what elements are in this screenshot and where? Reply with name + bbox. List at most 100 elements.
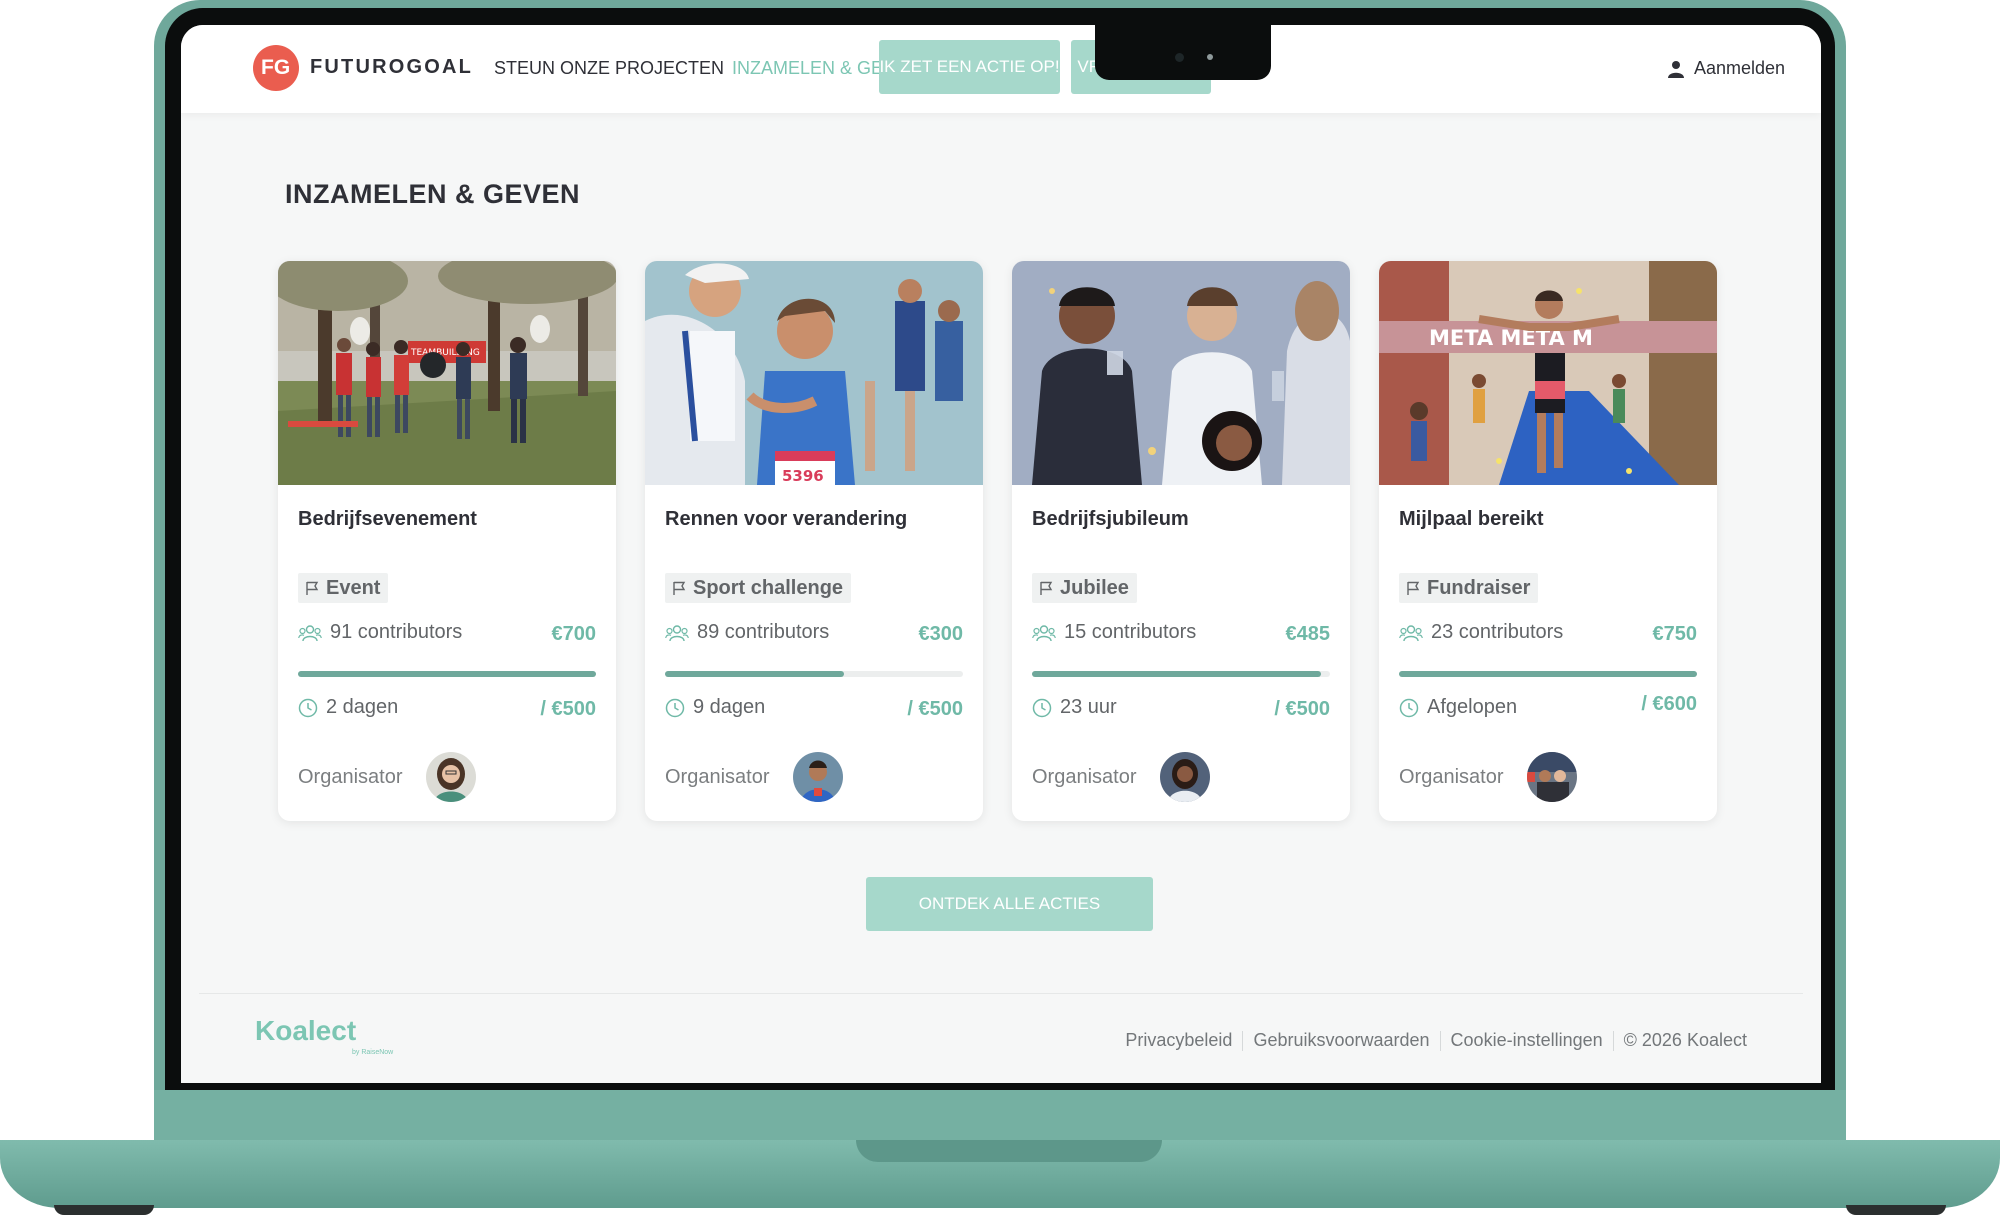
contributors: 89 contributors	[665, 621, 829, 644]
organizer-label: Organisator	[665, 766, 770, 788]
raised-amount: €485	[1285, 623, 1331, 645]
login-link[interactable]: Aanmelden	[1668, 58, 1785, 79]
contributors-count: 89 contributors	[697, 621, 830, 643]
organizer-avatar[interactable]	[1160, 752, 1210, 802]
campaign-tag: Jubilee	[1032, 573, 1137, 603]
raised-amount: €700	[551, 623, 597, 645]
contributors-count: 15 contributors	[1064, 621, 1197, 643]
time-left: Afgelopen	[1399, 696, 1517, 719]
tag-label: Event	[326, 576, 381, 599]
footer-divider	[199, 993, 1803, 994]
brand-name[interactable]: FUTUROGOAL	[310, 56, 473, 79]
start-action-button[interactable]: IK ZET EEN ACTIE OP!	[879, 40, 1060, 94]
campaign-photo-teambuilding: TEAMBUILDING	[278, 261, 616, 485]
futurogoal-logo-icon[interactable]: FG	[253, 45, 299, 91]
progress-bar	[298, 671, 596, 677]
copyright: © 2026 Koalect	[1623, 1030, 1747, 1050]
users-icon	[665, 624, 689, 641]
users-icon	[1399, 624, 1423, 641]
clock-icon	[1399, 698, 1419, 717]
tag-label: Jubilee	[1060, 576, 1129, 599]
clock-icon	[665, 698, 685, 717]
campaign-tag: Event	[298, 573, 389, 603]
progress-fill	[1032, 671, 1322, 677]
progress-bar	[665, 671, 963, 677]
raised-amount: €300	[918, 623, 964, 645]
organizer-avatar[interactable]	[1527, 752, 1577, 802]
progress-fill	[1399, 671, 1697, 677]
tag-label: Sport challenge	[693, 576, 844, 599]
time-left: 9 dagen	[665, 696, 765, 719]
camera-light	[1207, 54, 1213, 60]
time-left: 2 dagen	[298, 696, 398, 719]
campaign-title[interactable]: Mijlpaal bereikt	[1399, 508, 1544, 531]
organizer-avatar[interactable]	[426, 752, 476, 802]
raised-amount: €750	[1652, 623, 1698, 645]
footer-separator	[1242, 1030, 1244, 1051]
tag-label: Fundraiser	[1427, 576, 1531, 599]
footer-separator	[1612, 1030, 1614, 1051]
campaign-card[interactable]: META META M Mijlpaal bereikt Fundraiser …	[1379, 261, 1717, 821]
flag-icon	[673, 581, 686, 595]
campaign-card[interactable]: Bedrijfsjubileum Jubilee 15 contributors…	[1012, 261, 1350, 821]
campaign-tag: Fundraiser	[1399, 573, 1539, 603]
flag-icon	[1040, 581, 1053, 595]
navbar: FG FUTUROGOAL STEUN ONZE PROJECTEN INZAM…	[181, 25, 1821, 113]
cookie-settings-link[interactable]: Cookie-instellingen	[1451, 1030, 1603, 1051]
camera-lens	[1175, 53, 1184, 62]
organizer-label: Organisator	[1399, 766, 1504, 788]
laptop-foot-right	[1846, 1205, 1946, 1215]
progress-fill	[665, 671, 844, 677]
campaign-photo-finish: META META M	[1379, 261, 1717, 485]
discover-all-actions-button[interactable]: ONTDEK ALLE ACTIES	[866, 877, 1153, 931]
campaign-card[interactable]: TEAMBUILDING Bedrijfsevenement Event 91 …	[278, 261, 616, 821]
contributors: 91 contributors	[298, 621, 462, 644]
koalect-logo[interactable]: Koalect	[255, 1015, 356, 1047]
laptop-foot-left	[54, 1205, 154, 1215]
footer-links: Privacybeleid Gebruiksvoorwaarden Cookie…	[1125, 1030, 1747, 1051]
nav-link-projects[interactable]: STEUN ONZE PROJECTEN	[494, 58, 724, 79]
campaign-photo-jubilee	[1012, 261, 1350, 485]
time-left: 23 uur	[1032, 696, 1117, 719]
campaign-card[interactable]: 5396 Rennen voor verandering Sport chall…	[645, 261, 983, 821]
users-icon	[1032, 624, 1056, 641]
goal-amount: / €600	[1641, 693, 1697, 715]
camera-notch	[1095, 25, 1271, 80]
campaign-photo-running: 5396	[645, 261, 983, 485]
clock-icon	[1032, 698, 1052, 717]
time-left-label: 9 dagen	[693, 696, 766, 718]
progress-fill	[298, 671, 596, 677]
contributors-count: 91 contributors	[330, 621, 463, 643]
campaign-title[interactable]: Rennen voor verandering	[665, 508, 907, 531]
organizer-label: Organisator	[1032, 766, 1137, 788]
logo-initials: FG	[261, 56, 291, 79]
campaign-tag: Sport challenge	[665, 573, 852, 603]
time-left-label: 23 uur	[1060, 696, 1117, 718]
users-icon	[298, 624, 322, 641]
koalect-logo-subtitle: by RaiseNow	[352, 1049, 394, 1056]
footer-separator	[1439, 1030, 1441, 1051]
campaign-title[interactable]: Bedrijfsjubileum	[1032, 508, 1189, 531]
organizer-label: Organisator	[298, 766, 403, 788]
laptop-opening-notch	[856, 1140, 1162, 1162]
contributors: 15 contributors	[1032, 621, 1196, 644]
login-label: Aanmelden	[1694, 58, 1786, 78]
page-title: INZAMELEN & GEVEN	[285, 179, 581, 209]
progress-bar	[1032, 671, 1330, 677]
contributors: 23 contributors	[1399, 621, 1563, 644]
time-left-label: Afgelopen	[1427, 696, 1518, 718]
campaign-title[interactable]: Bedrijfsevenement	[298, 508, 477, 531]
contributors-count: 23 contributors	[1431, 621, 1564, 643]
flag-icon	[306, 581, 319, 595]
goal-amount: / €500	[907, 698, 963, 720]
user-icon	[1668, 60, 1684, 78]
privacy-policy-link[interactable]: Privacybeleid	[1125, 1030, 1232, 1051]
progress-bar	[1399, 671, 1697, 677]
terms-of-use-link[interactable]: Gebruiksvoorwaarden	[1253, 1030, 1429, 1051]
organizer-avatar[interactable]	[793, 752, 843, 802]
laptop-screen: FG FUTUROGOAL STEUN ONZE PROJECTEN INZAM…	[181, 25, 1821, 1083]
time-left-label: 2 dagen	[326, 696, 399, 718]
goal-amount: / €500	[1274, 698, 1330, 720]
clock-icon	[298, 698, 318, 717]
flag-icon	[1407, 581, 1420, 595]
